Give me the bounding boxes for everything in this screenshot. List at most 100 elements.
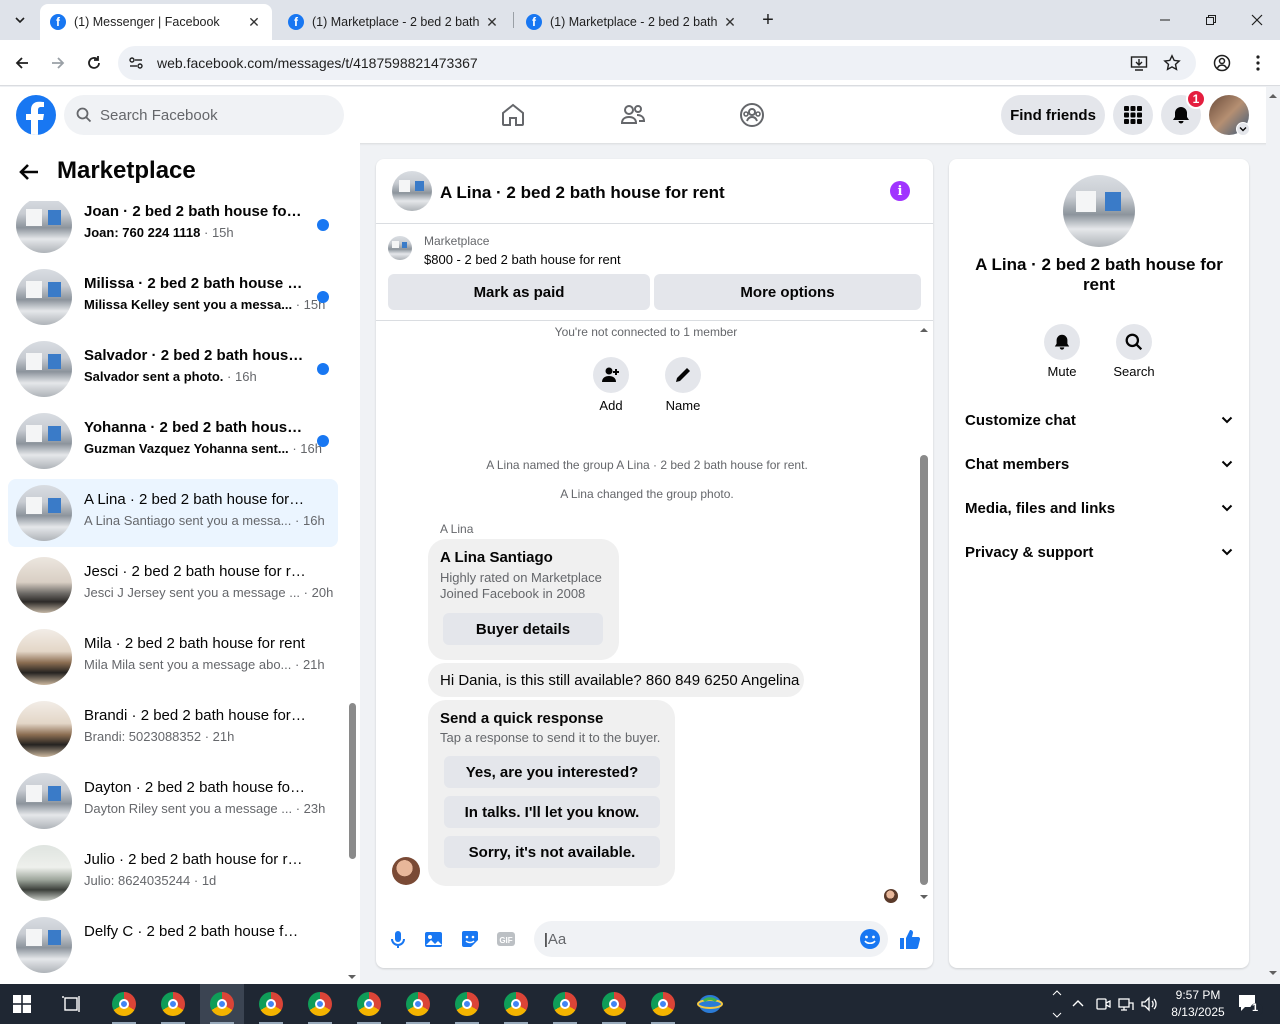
taskbar-scroll-arrows[interactable] xyxy=(1050,986,1064,1022)
page-scrollbar[interactable] xyxy=(1266,87,1280,984)
buyer-details-button[interactable]: Buyer details xyxy=(443,613,603,645)
back-arrow-icon[interactable] xyxy=(18,161,40,183)
forward-arrow-icon[interactable] xyxy=(44,49,72,77)
message-bubble[interactable]: Hi Dania, is this still available? 860 8… xyxy=(428,663,804,697)
conversation-item[interactable]: Julio · 2 bed 2 bath house for rent Julio… xyxy=(8,839,338,907)
conversation-item[interactable]: Delfy C · 2 bed 2 bath house for rent xyxy=(8,911,338,979)
browser-tab-marketplace-2[interactable]: f (1) Marketplace - 2 bed 2 bath ✕ xyxy=(516,4,748,40)
facebook-logo-icon[interactable] xyxy=(16,95,56,135)
browser-menu-icon[interactable] xyxy=(1244,49,1272,77)
network-globe-app-icon[interactable] xyxy=(688,984,732,1024)
find-friends-button[interactable]: Find friends xyxy=(1001,95,1105,135)
emoji-icon[interactable] xyxy=(858,927,882,951)
back-arrow-icon[interactable] xyxy=(8,49,36,77)
reload-icon[interactable] xyxy=(80,49,108,77)
conversation-item[interactable]: Mila · 2 bed 2 bath house for rent Mila M… xyxy=(8,623,338,691)
show-hidden-icons-chevron-icon[interactable] xyxy=(1070,996,1086,1012)
system-clock[interactable]: 9:57 PM 8/13/2025 xyxy=(1160,987,1236,1021)
browser-tab-marketplace-1[interactable]: f (1) Marketplace - 2 bed 2 bath ✕ xyxy=(278,4,510,40)
customize-chat-row[interactable]: Customize chat xyxy=(965,400,1233,440)
chrome-taskbar-icon[interactable] xyxy=(494,984,538,1024)
chrome-taskbar-icon[interactable] xyxy=(445,984,489,1024)
listing-price-title[interactable]: $800 - 2 bed 2 bath house for rent xyxy=(424,252,621,267)
quick-response-yes-button[interactable]: Yes, are you interested? xyxy=(444,756,660,788)
restore-window-icon[interactable] xyxy=(1188,0,1234,40)
edit-name-pencil-icon[interactable] xyxy=(665,357,701,393)
chat-members-row[interactable]: Chat members xyxy=(965,444,1233,484)
more-options-button[interactable]: More options xyxy=(654,274,921,310)
chevron-down-icon xyxy=(1221,460,1233,468)
volume-icon[interactable] xyxy=(1140,995,1158,1013)
network-icon[interactable] xyxy=(1117,995,1135,1013)
message-input[interactable]: | Aa xyxy=(534,921,888,957)
chat-title[interactable]: A Lina · 2 bed 2 bath house for rent xyxy=(440,183,725,203)
conversation-item[interactable]: Jesci · 2 bed 2 bath house for rent Jesci… xyxy=(8,551,338,619)
chrome-taskbar-icon[interactable] xyxy=(592,984,636,1024)
action-center-icon[interactable]: 1 xyxy=(1236,992,1264,1016)
chrome-taskbar-icon[interactable] xyxy=(347,984,391,1024)
sender-avatar[interactable] xyxy=(392,857,420,885)
close-tab-icon[interactable]: ✕ xyxy=(722,14,738,31)
home-icon[interactable] xyxy=(496,99,530,131)
bookmark-star-icon[interactable] xyxy=(1163,54,1181,72)
conversation-item[interactable]: Salvador · 2 bed 2 bath house for rent Sa… xyxy=(8,335,338,403)
privacy-support-row[interactable]: Privacy & support xyxy=(965,532,1233,572)
search-facebook-input[interactable]: Search Facebook xyxy=(64,95,344,135)
sticker-icon[interactable] xyxy=(458,927,482,951)
new-tab-button[interactable]: + xyxy=(754,6,782,34)
chat-avatar[interactable] xyxy=(392,171,432,211)
omnibox[interactable]: web.facebook.com/messages/t/418759882147… xyxy=(118,46,1196,80)
mute-bell-icon[interactable] xyxy=(1044,324,1080,360)
preview-text: Guzman Vazquez Yohanna sent... xyxy=(84,441,289,456)
quick-response-not-available-button[interactable]: Sorry, it's not available. xyxy=(444,836,660,868)
group-photo[interactable] xyxy=(1063,175,1135,247)
close-tab-icon[interactable]: ✕ xyxy=(484,14,500,31)
chrome-taskbar-icon[interactable] xyxy=(102,984,146,1024)
info-icon[interactable]: i xyxy=(890,181,910,201)
chrome-taskbar-icon[interactable] xyxy=(200,984,244,1024)
tab-search-chevron-icon[interactable] xyxy=(6,6,34,34)
conversation-item[interactable]: Joan · 2 bed 2 bath house for rent Joan: … xyxy=(8,191,338,259)
listing-thumbnail[interactable] xyxy=(388,236,412,260)
windows-start-icon[interactable] xyxy=(0,984,44,1024)
chrome-taskbar-icon[interactable] xyxy=(249,984,293,1024)
microphone-icon[interactable] xyxy=(386,927,410,951)
not-connected-notice: You're not connected to 1 member xyxy=(554,325,738,339)
menu-grid-icon[interactable] xyxy=(1113,95,1153,135)
conversation-item[interactable]: Yohanna · 2 bed 2 bath house for rent Guz… xyxy=(8,407,338,475)
chrome-taskbar-icon[interactable] xyxy=(151,984,195,1024)
chat-scrollbar[interactable] xyxy=(918,325,930,901)
meet-now-icon[interactable] xyxy=(1094,995,1112,1013)
add-member-icon[interactable] xyxy=(593,357,629,393)
search-label: Search xyxy=(1113,364,1155,379)
conversation-item[interactable]: Dayton · 2 bed 2 bath house for rent Dayt… xyxy=(8,767,338,835)
chrome-taskbar-icon[interactable] xyxy=(543,984,587,1024)
gif-icon[interactable]: GIF xyxy=(494,927,518,951)
groups-icon[interactable] xyxy=(735,99,769,131)
mark-as-paid-button[interactable]: Mark as paid xyxy=(388,274,650,310)
account-chevron-icon[interactable] xyxy=(1236,122,1250,136)
close-tab-icon[interactable]: ✕ xyxy=(246,14,262,31)
photo-icon[interactable] xyxy=(422,927,446,951)
conversation-item[interactable]: Milissa · 2 bed 2 bath house for rent Mil… xyxy=(8,263,338,331)
chrome-taskbar-icon[interactable] xyxy=(641,984,685,1024)
site-settings-icon[interactable] xyxy=(128,55,144,71)
chrome-taskbar-icon[interactable] xyxy=(298,984,342,1024)
profile-icon[interactable] xyxy=(1208,49,1236,77)
quick-response-in-talks-button[interactable]: In talks. I'll let you know. xyxy=(444,796,660,828)
search-in-chat-icon[interactable] xyxy=(1116,324,1152,360)
conversation-item[interactable]: A Lina · 2 bed 2 bath house for rent A Li… xyxy=(8,479,338,547)
url-text[interactable]: web.facebook.com/messages/t/418759882147… xyxy=(157,55,478,71)
browser-tab-messenger[interactable]: f (1) Messenger | Facebook ✕ xyxy=(40,4,272,40)
quick-response-card: Send a quick response Tap a response to … xyxy=(428,700,675,886)
media-files-links-row[interactable]: Media, files and links xyxy=(965,488,1233,528)
thumbs-up-icon[interactable] xyxy=(898,927,922,951)
sidebar-scrollbar[interactable] xyxy=(347,197,357,983)
conversation-item[interactable]: Brandi · 2 bed 2 bath house for rent Bran… xyxy=(8,695,338,763)
friends-icon[interactable] xyxy=(616,99,650,131)
minimize-window-icon[interactable] xyxy=(1142,0,1188,40)
install-app-icon[interactable] xyxy=(1130,54,1148,72)
close-window-icon[interactable] xyxy=(1234,0,1280,40)
chrome-taskbar-icon[interactable] xyxy=(396,984,440,1024)
task-view-icon[interactable] xyxy=(50,984,94,1024)
